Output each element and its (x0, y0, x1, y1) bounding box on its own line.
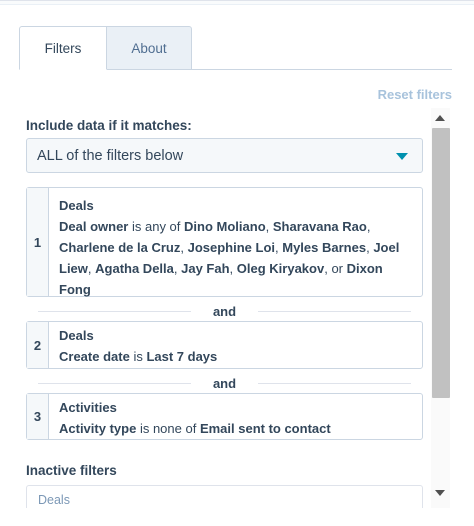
tab-bar: Filters About (19, 26, 192, 70)
match-mode-select[interactable]: ALL of the filters below (26, 138, 423, 173)
filter-values: Email sent to contact (200, 421, 331, 436)
filters-panel: Include data if it matches: ALL of the f… (0, 108, 474, 508)
filter-value: Dino Moliano (184, 219, 266, 234)
inactive-filter-card[interactable]: Deals (26, 485, 423, 508)
filter-value: Myles Barnes (282, 240, 367, 255)
filter-value: Oleg Kiryakov (236, 261, 325, 276)
filter-condition: Activity type is none of Email sent to c… (59, 418, 331, 439)
filter-operator: is any of (131, 219, 181, 234)
filter-value-separator: , or (324, 261, 347, 276)
scroll-up-arrow-icon[interactable] (435, 115, 445, 121)
filter-property: Create date (59, 349, 130, 364)
filter-card-3[interactable]: 3 Activities Activity type is none of Em… (26, 393, 423, 440)
and-divider-2: and (38, 375, 411, 391)
filter-card-2[interactable]: 2 Deals Create date is Last 7 days (26, 321, 423, 369)
filter-body: Deals Deal owner is any of Dino Moliano,… (49, 188, 422, 297)
filter-number: 1 (27, 188, 49, 296)
and-label: and (212, 375, 237, 391)
top-border (0, 0, 474, 5)
reset-filters-link[interactable]: Reset filters (378, 87, 452, 102)
filter-body: Activities Activity type is none of Emai… (49, 394, 341, 439)
chevron-down-icon (396, 153, 408, 160)
filter-value: Charlene de la Cruz (59, 240, 181, 255)
filter-value: Josephine Loi (187, 240, 276, 255)
filter-value: Sharavana Rao (272, 219, 367, 234)
filter-card-1[interactable]: 1 Deals Deal owner is any of Dino Molian… (26, 187, 423, 297)
filter-property: Activity type (59, 421, 137, 436)
filter-operator: is none of (139, 421, 197, 436)
include-label: Include data if it matches: (26, 118, 192, 133)
tab-underline (191, 69, 452, 70)
and-label: and (212, 303, 237, 319)
filter-condition: Create date is Last 7 days (59, 346, 217, 367)
filter-number: 2 (27, 322, 49, 368)
tab-about[interactable]: About (107, 26, 192, 70)
filter-condition: Deal owner is any of Dino Moliano, Shara… (59, 216, 412, 300)
filter-property: Deal owner (59, 219, 129, 234)
filter-number: 3 (27, 394, 49, 439)
filter-value: Agatha Della (95, 261, 174, 276)
filter-value-separator: , (366, 219, 371, 234)
scrollbar-thumb[interactable] (432, 128, 450, 398)
filter-object: Deals (59, 328, 94, 343)
match-mode-value: ALL of the filters below (37, 147, 184, 164)
filter-body: Deals Create date is Last 7 days (49, 322, 227, 368)
filter-value-separator: , (265, 219, 273, 234)
filter-value: Email sent to contact (199, 421, 331, 436)
inactive-filters-label: Inactive filters (26, 463, 117, 478)
and-divider-1: and (38, 303, 411, 319)
filter-object: Deals (59, 198, 94, 213)
filter-value-separator: , (229, 261, 237, 276)
scroll-down-arrow-icon[interactable] (435, 490, 445, 496)
filter-value-separator: , (180, 240, 188, 255)
filter-values: Last 7 days (146, 349, 217, 364)
filter-object: Activities (59, 400, 117, 415)
filter-operator: is (133, 349, 143, 364)
filter-value: Last 7 days (146, 349, 218, 364)
inactive-filter-object: Deals (38, 493, 70, 507)
filter-value: Jay Fah (181, 261, 230, 276)
tab-filters[interactable]: Filters (19, 26, 107, 70)
